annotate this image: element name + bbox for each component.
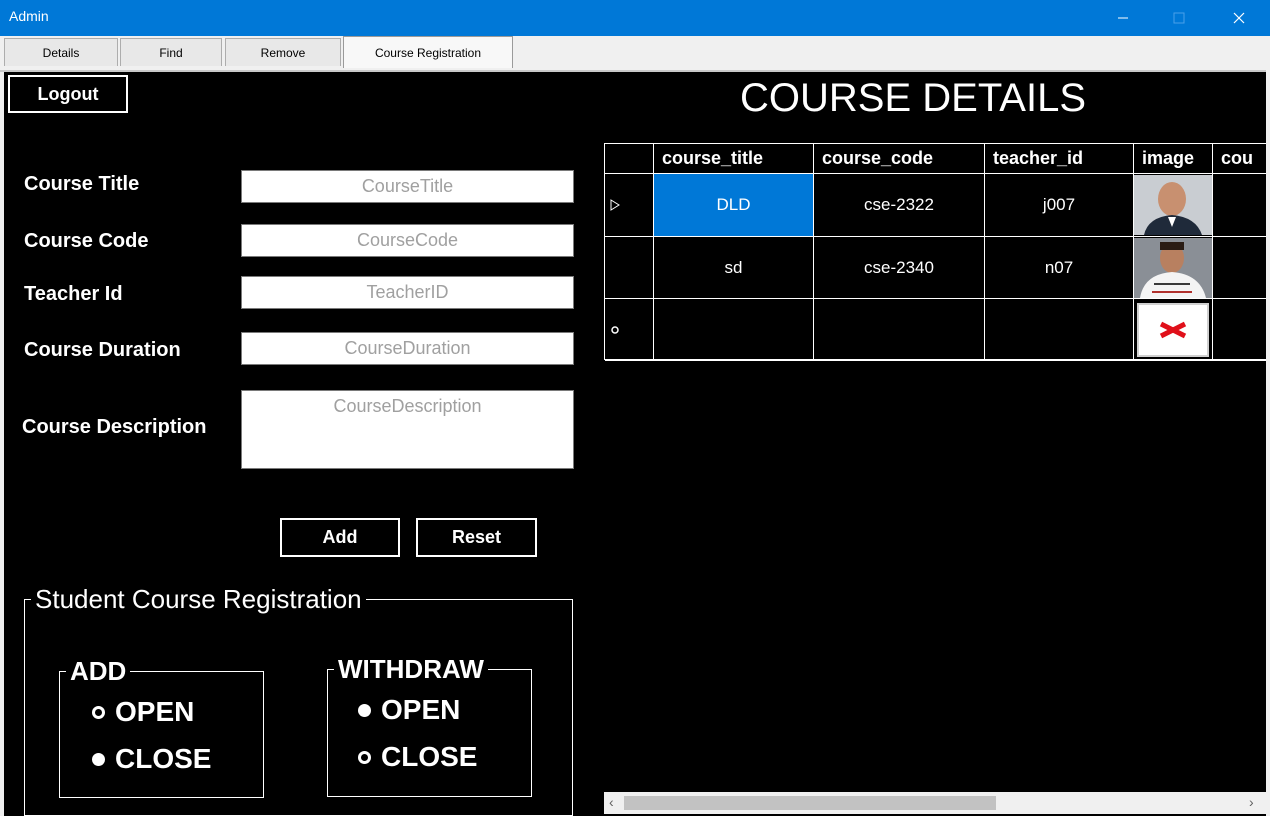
withdraw-open-radio[interactable]: OPEN — [358, 694, 460, 726]
column-header-image[interactable]: image — [1134, 144, 1213, 174]
grid-corner-header[interactable] — [605, 144, 654, 174]
grid-cell-course-title[interactable] — [654, 299, 814, 361]
title-bar: Admin — [0, 0, 1270, 36]
add-group-label: ADD — [70, 656, 127, 686]
window-title: Admin — [9, 8, 49, 24]
scroll-right-icon[interactable]: › — [1249, 794, 1254, 810]
asterisk-icon — [611, 325, 619, 334]
add-close-label: CLOSE — [115, 743, 212, 774]
maximize-icon — [1173, 12, 1185, 24]
grid-cell-cou[interactable] — [1213, 237, 1266, 299]
scrollbar-thumb[interactable] — [624, 796, 996, 810]
student-registration-label: Student Course Registration — [35, 584, 362, 614]
radio-checked-icon — [358, 703, 371, 717]
add-open-label: OPEN — [115, 696, 195, 727]
add-open-radio[interactable]: OPEN — [92, 696, 194, 728]
course-duration-label: Course Duration — [24, 339, 181, 361]
withdraw-open-label: OPEN — [381, 694, 461, 725]
grid-cell-teacher-id[interactable]: j007 — [985, 174, 1134, 237]
column-header-course-title[interactable]: course_title — [654, 144, 814, 174]
tab-strip: Details Find Remove Course Registration — [0, 36, 1270, 72]
withdraw-close-radio[interactable]: CLOSE — [358, 741, 477, 773]
grid-cell-cou[interactable] — [1213, 174, 1266, 237]
triangle-right-icon — [610, 199, 620, 211]
row-header-new[interactable] — [605, 299, 654, 361]
grid-cell-course-title[interactable]: DLD — [654, 174, 814, 237]
column-header-teacher-id[interactable]: teacher_id — [985, 144, 1134, 174]
course-description-label: Course Description — [22, 416, 207, 438]
scroll-left-icon[interactable]: ‹ — [609, 794, 614, 810]
grid-cell-teacher-id[interactable]: n07 — [985, 237, 1134, 299]
course-details-grid[interactable]: course_title course_code teacher_id imag… — [604, 143, 1266, 361]
red-x-icon — [1159, 321, 1187, 338]
row-header[interactable] — [605, 237, 654, 299]
withdraw-close-label: CLOSE — [381, 741, 478, 772]
grid-cell-image[interactable] — [1134, 174, 1213, 237]
radio-checked-icon — [92, 752, 105, 766]
add-button[interactable]: Add — [280, 518, 400, 557]
minimize-button[interactable] — [1100, 0, 1146, 36]
tab-find[interactable]: Find — [120, 38, 222, 66]
withdraw-group-label: WITHDRAW — [338, 654, 484, 684]
grid-cell-image[interactable] — [1134, 299, 1213, 361]
course-title-input[interactable]: CourseTitle — [241, 170, 574, 203]
course-title-label: Course Title — [24, 173, 140, 195]
maximize-button[interactable] — [1156, 0, 1202, 36]
grid-cell-teacher-id[interactable] — [985, 299, 1134, 361]
grid-cell-cou[interactable] — [1213, 299, 1266, 361]
course-code-label: Course Code — [24, 230, 149, 252]
teacher-id-input[interactable]: TeacherID — [241, 276, 574, 309]
grid-cell-image[interactable] — [1134, 237, 1213, 299]
radio-unchecked-icon — [92, 705, 105, 719]
add-close-radio[interactable]: CLOSE — [92, 743, 211, 775]
radio-unchecked-icon — [358, 750, 371, 764]
column-header-cou[interactable]: cou — [1213, 144, 1266, 174]
minimize-icon — [1118, 17, 1128, 19]
tab-course-registration[interactable]: Course Registration — [343, 36, 513, 68]
teacher-photo — [1134, 237, 1212, 298]
grid-cell-course-title[interactable]: sd — [654, 237, 814, 299]
course-code-input[interactable]: CourseCode — [241, 224, 574, 257]
grid-cell-course-code[interactable]: cse-2340 — [814, 237, 985, 299]
course-registration-panel: Logout Course Title CourseTitle Course C… — [4, 72, 1266, 816]
close-icon — [1233, 12, 1245, 24]
missing-image-placeholder — [1137, 302, 1209, 357]
course-duration-input[interactable]: CourseDuration — [241, 332, 574, 365]
tab-details[interactable]: Details — [4, 38, 118, 66]
grid-cell-course-code[interactable] — [814, 299, 985, 361]
row-header-current[interactable] — [605, 174, 654, 237]
column-header-course-code[interactable]: course_code — [814, 144, 985, 174]
grid-horizontal-scrollbar[interactable]: ‹ › — [604, 792, 1266, 814]
reset-button[interactable]: Reset — [416, 518, 537, 557]
logout-button[interactable]: Logout — [8, 75, 128, 113]
teacher-photo — [1134, 175, 1212, 235]
grid-cell-course-code[interactable]: cse-2322 — [814, 174, 985, 237]
course-details-heading: COURSE DETAILS — [740, 76, 1086, 120]
close-button[interactable] — [1216, 0, 1262, 36]
tab-remove[interactable]: Remove — [225, 38, 341, 66]
course-description-input[interactable]: CourseDescription — [241, 390, 574, 469]
teacher-id-label: Teacher Id — [24, 283, 123, 305]
